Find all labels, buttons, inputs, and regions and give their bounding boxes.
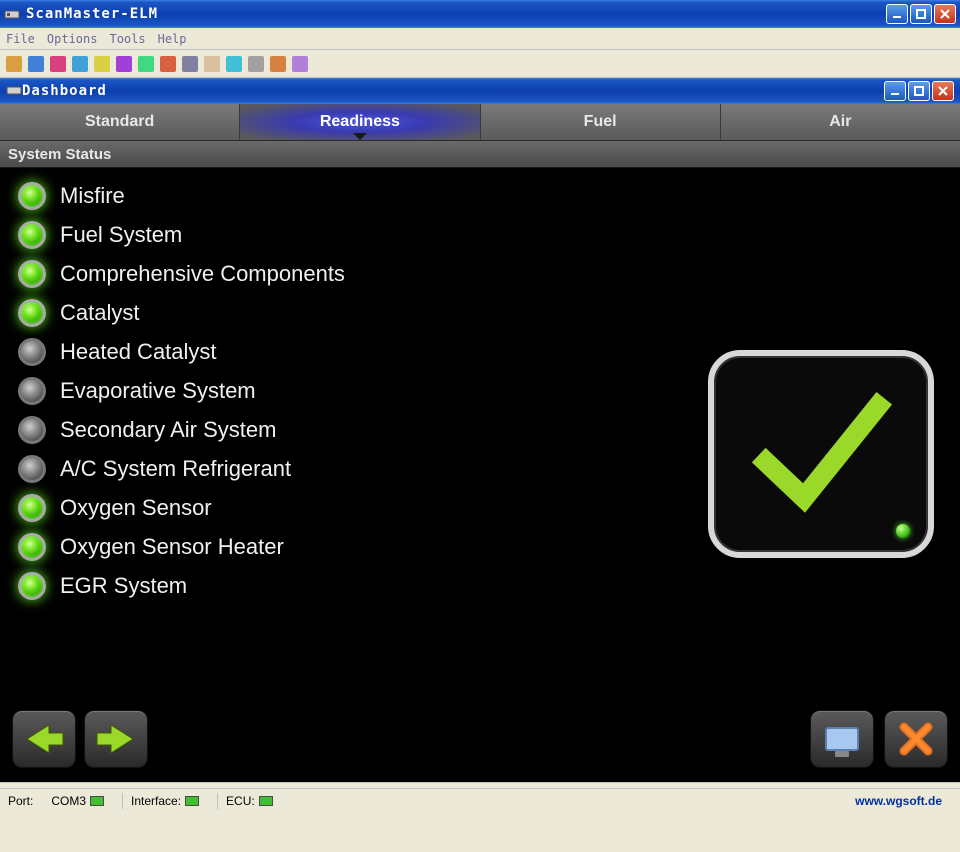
toolbar-icon[interactable] [248, 56, 264, 72]
status-item-label: Catalyst [60, 300, 139, 326]
status-item-label: Oxygen Sensor Heater [60, 534, 284, 560]
status-interface-label: Interface: [131, 794, 181, 808]
cancel-button[interactable] [884, 710, 948, 768]
status-port: Port: [8, 794, 33, 808]
statusbar: Port: COM3 Interface: ECU: www.wgsoft.de [0, 788, 960, 812]
inner-window-title: Dashboard [22, 83, 884, 99]
x-icon [898, 721, 934, 757]
status-led-icon [18, 416, 46, 444]
status-sep [217, 793, 218, 809]
interface-led-icon [185, 796, 199, 806]
port-led-icon [90, 796, 104, 806]
status-item: Fuel System [18, 221, 942, 249]
next-button[interactable] [84, 710, 148, 768]
status-item: Misfire [18, 182, 942, 210]
toolbar-icon[interactable] [28, 56, 44, 72]
inner-titlebar: Dashboard [0, 78, 960, 104]
status-ecu: ECU: [226, 794, 273, 808]
toolbar-icon[interactable] [270, 56, 286, 72]
tab-fuel[interactable]: Fuel [481, 104, 721, 140]
inner-window: Dashboard Standard Readiness Fuel Air Sy… [0, 78, 960, 788]
status-led-icon [18, 338, 46, 366]
inner-window-controls [884, 81, 954, 101]
menu-file[interactable]: File [6, 32, 35, 46]
tab-standard[interactable]: Standard [0, 104, 240, 140]
status-led-icon [18, 494, 46, 522]
status-interface: Interface: [131, 794, 199, 808]
status-led-icon [18, 260, 46, 288]
status-led-icon [18, 455, 46, 483]
status-item: Comprehensive Components [18, 260, 942, 288]
content-area: Misfire Fuel System Comprehensive Componen… [0, 168, 960, 782]
toolbar-icon[interactable] [226, 56, 242, 72]
status-item-label: Oxygen Sensor [60, 495, 212, 521]
prev-button[interactable] [12, 710, 76, 768]
status-item: EGR System [18, 572, 942, 600]
dashboard-icon [6, 82, 22, 101]
toolbar-icon[interactable] [72, 56, 88, 72]
minimize-button[interactable] [886, 4, 908, 24]
status-ecu-label: ECU: [226, 794, 255, 808]
inner-minimize-button[interactable] [884, 81, 906, 101]
status-item-label: Heated Catalyst [60, 339, 217, 365]
outer-titlebar: ScanMaster-ELM [0, 0, 960, 28]
toolbar-icon[interactable] [292, 56, 308, 72]
bottom-actions-right [810, 710, 948, 768]
menu-options[interactable]: Options [47, 32, 98, 46]
arrow-left-icon [23, 721, 65, 757]
status-item-label: EGR System [60, 573, 187, 599]
tab-readiness[interactable]: Readiness [240, 104, 480, 140]
close-button[interactable] [934, 4, 956, 24]
status-item-label: Comprehensive Components [60, 261, 345, 287]
status-led-icon [18, 299, 46, 327]
status-item-label: A/C System Refrigerant [60, 456, 291, 482]
status-port-value: COM3 [51, 794, 86, 808]
status-led-icon [18, 182, 46, 210]
status-sep [122, 793, 123, 809]
toolbar-icon[interactable] [116, 56, 132, 72]
menu-tools[interactable]: Tools [109, 32, 145, 46]
readiness-check-card [708, 350, 934, 558]
toolbar-icon[interactable] [6, 56, 22, 72]
status-led-icon [18, 533, 46, 561]
bottom-actions-left [12, 710, 148, 768]
arrow-right-icon [95, 721, 137, 757]
status-led-icon [18, 572, 46, 600]
outer-window-controls [886, 4, 956, 24]
toolbar-icon[interactable] [160, 56, 176, 72]
checkmark-icon [746, 384, 896, 524]
status-item-label: Secondary Air System [60, 417, 276, 443]
status-item: Catalyst [18, 299, 942, 327]
inner-close-button[interactable] [932, 81, 954, 101]
status-port-label: Port: [8, 794, 33, 808]
website-link[interactable]: www.wgsoft.de [855, 794, 942, 808]
monitor-icon [825, 727, 859, 751]
status-item-label: Misfire [60, 183, 125, 209]
menubar: File Options Tools Help [0, 28, 960, 50]
toolbar-icon[interactable] [138, 56, 154, 72]
toolbar-icon[interactable] [94, 56, 110, 72]
toolbar-icon[interactable] [50, 56, 66, 72]
display-button[interactable] [810, 710, 874, 768]
app-icon [4, 6, 20, 22]
ecu-led-icon [259, 796, 273, 806]
status-item-label: Fuel System [60, 222, 182, 248]
tabs: Standard Readiness Fuel Air [0, 104, 960, 140]
toolbar [0, 50, 960, 78]
toolbar-icon[interactable] [204, 56, 220, 72]
inner-maximize-button[interactable] [908, 81, 930, 101]
status-led-icon [18, 377, 46, 405]
maximize-button[interactable] [910, 4, 932, 24]
status-link-cell: www.wgsoft.de [855, 794, 942, 808]
status-led-icon [18, 221, 46, 249]
section-header: System Status [0, 140, 960, 168]
status-dot-icon [896, 524, 910, 538]
status-port-value-cell: COM3 [51, 794, 104, 808]
status-item-label: Evaporative System [60, 378, 256, 404]
tab-air[interactable]: Air [721, 104, 960, 140]
outer-window-title: ScanMaster-ELM [26, 6, 886, 22]
menu-help[interactable]: Help [158, 32, 187, 46]
toolbar-icon[interactable] [182, 56, 198, 72]
